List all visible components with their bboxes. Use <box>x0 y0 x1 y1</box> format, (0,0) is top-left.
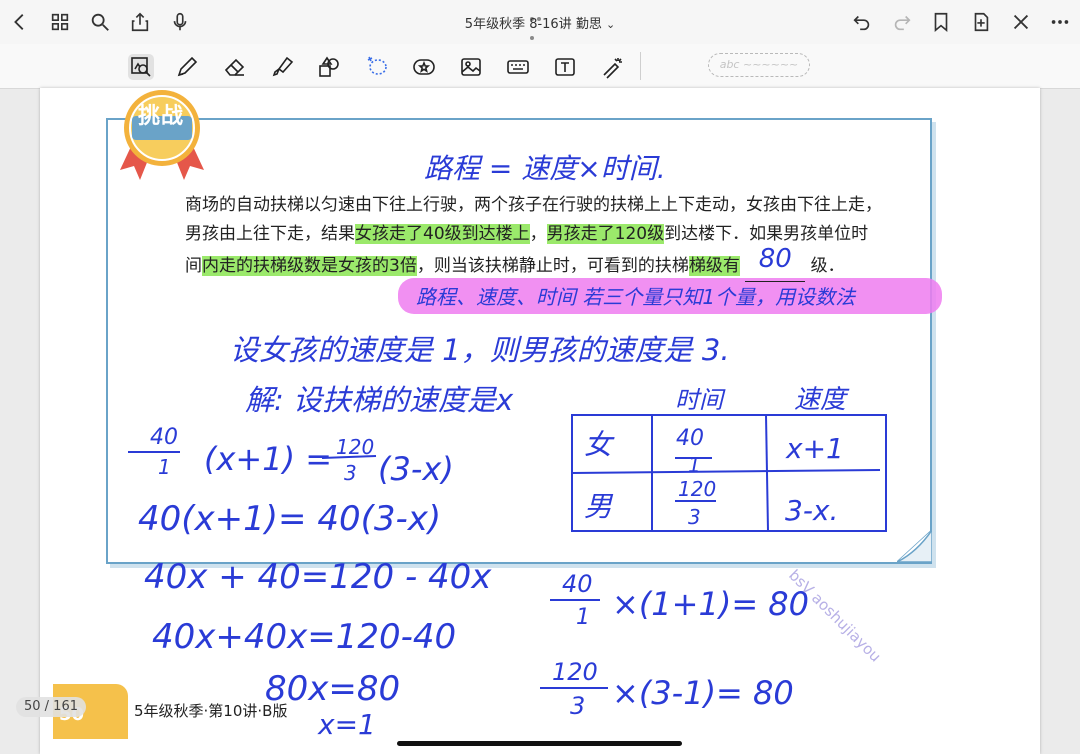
shapes-tool[interactable] <box>316 54 342 80</box>
chevron-down-icon: ⌄ <box>605 18 616 31</box>
calc2-rest: ×(3-1)= 80 <box>612 674 794 712</box>
laser-pointer-tool[interactable] <box>600 54 626 80</box>
document-title-text: 5年级秋季 8-16讲 勤思 <box>464 17 602 32</box>
eq1-left-num: 40 <box>150 425 178 450</box>
eq2: 40(x+1)= 40(3-x) <box>138 499 441 539</box>
grid-icon[interactable] <box>48 10 72 34</box>
formula-text: 路程 = 速度×时间. <box>424 152 666 185</box>
home-indicator[interactable] <box>397 741 682 746</box>
textbox-tool[interactable] <box>552 54 578 80</box>
close-icon[interactable] <box>1009 10 1033 34</box>
drawing-toolbar <box>0 44 1080 89</box>
sticker-tool[interactable] <box>411 54 437 80</box>
title-bar: 5年级秋季 8-16讲 勤思 ⌄ <box>0 0 1080 44</box>
highlighter-tool[interactable] <box>270 54 296 80</box>
eq1-left-den: 1 <box>158 455 171 479</box>
add-page-icon[interactable] <box>969 10 993 34</box>
table-cell-time-num: 120 <box>678 477 716 501</box>
keyboard-tool[interactable] <box>505 54 531 80</box>
handwriting-input-field[interactable]: abc ~~~~~~ <box>708 53 810 77</box>
handwriting-layer: 路程 = 速度×时间. 路程、速度、时间 若三个量只知1个量，用设数法 设女孩的… <box>128 152 887 741</box>
search-icon[interactable] <box>88 10 112 34</box>
window-grip[interactable] <box>530 6 550 40</box>
undo-icon[interactable] <box>850 10 874 34</box>
footer-text: 5年级秋季·第10讲·B版 <box>134 702 288 720</box>
back-chevron-icon[interactable] <box>8 10 32 34</box>
calc1-rest: ×(1+1)= 80 <box>612 585 809 623</box>
table-cell-label: 女 <box>584 428 615 461</box>
solution-line-2: 解: 设扶梯的速度是x <box>245 383 514 417</box>
eq4: 40x+40x=120-40 <box>152 617 456 657</box>
table-cell-time-num: 40 <box>676 426 704 451</box>
eq1-right-den: 3 <box>344 461 357 485</box>
eraser-tool[interactable] <box>222 54 248 80</box>
calc1-den: 1 <box>576 605 590 630</box>
calc2-num: 120 <box>552 658 598 686</box>
table-cell-time-den: 3 <box>688 505 701 529</box>
table-header-speed: 速度 <box>794 385 850 415</box>
table-header-time: 时间 <box>675 386 726 414</box>
eq3: 40x + 40=120 - 40x <box>144 557 492 597</box>
page-indicator[interactable]: 50 / 161 <box>16 697 86 717</box>
more-icon[interactable] <box>1048 10 1072 34</box>
eq1-right-rest: (3-x) <box>378 450 454 488</box>
table-cell-time-den: 1 <box>688 453 701 477</box>
eq6: x=1 <box>317 708 376 741</box>
share-icon[interactable] <box>128 10 152 34</box>
bookmark-icon[interactable] <box>929 10 953 34</box>
toolbar-separator <box>640 52 641 80</box>
solution-line-1: 设女孩的速度是 1，则男孩的速度是 3. <box>230 333 730 367</box>
image-tool[interactable] <box>458 54 484 80</box>
calc2-den: 3 <box>570 692 585 720</box>
zoom-crop-tool[interactable] <box>128 54 154 80</box>
pink-note-text: 路程、速度、时间 若三个量只知1个量，用设数法 <box>416 285 857 309</box>
document-page[interactable]: 挑战 商场的自动扶梯以匀速由下往上行驶，两个孩子在行驶的扶梯上上下走动，女孩由下… <box>40 88 1040 754</box>
redo-icon[interactable] <box>890 10 914 34</box>
table-cell-speed: x+1 <box>785 432 844 465</box>
pen-tool[interactable] <box>174 54 200 80</box>
eq1-left-rest: (x+1) = <box>204 440 332 478</box>
microphone-icon[interactable] <box>168 10 192 34</box>
document-title[interactable]: 5年级秋季 8-16讲 勤思 ⌄ <box>440 13 640 32</box>
calc1-num: 40 <box>562 570 593 598</box>
table-cell-speed: 3-x. <box>785 494 838 527</box>
table-cell-label: 男 <box>584 490 614 523</box>
lasso-tool[interactable] <box>364 54 390 80</box>
